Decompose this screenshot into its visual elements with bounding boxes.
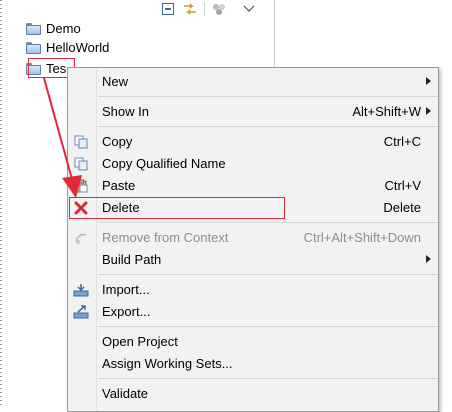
menu-separator bbox=[98, 126, 438, 127]
menu-separator bbox=[98, 222, 438, 223]
menu-item-label: Copy Qualified Name bbox=[102, 156, 226, 171]
menu-item-import[interactable]: Import... bbox=[68, 279, 438, 301]
menu-item-label: Open Project bbox=[102, 334, 178, 349]
folder-icon bbox=[26, 22, 41, 35]
panel-divider bbox=[274, 0, 275, 62]
menu-item-assign-working-sets[interactable]: Assign Working Sets... bbox=[68, 353, 438, 375]
paste-icon bbox=[73, 178, 89, 194]
menu-item-label: Paste bbox=[102, 178, 136, 193]
tree-item-demo[interactable]: Demo bbox=[26, 19, 81, 38]
menu-item-label: Export... bbox=[102, 304, 151, 319]
copy-icon bbox=[73, 134, 89, 150]
submenu-arrow-icon bbox=[426, 255, 431, 263]
menu-separator bbox=[98, 378, 438, 379]
export-icon bbox=[73, 304, 89, 320]
menu-item-paste[interactable]: Paste Ctrl+V bbox=[68, 175, 438, 197]
menu-item-label: Copy bbox=[102, 134, 133, 149]
menu-separator bbox=[98, 326, 438, 327]
tree-item-helloworld[interactable]: HelloWorld bbox=[26, 38, 109, 57]
submenu-arrow-icon bbox=[426, 77, 431, 85]
context-menu: New Show In Alt+Shift+W Copy Ctrl+C Copy… bbox=[67, 67, 439, 412]
menu-item-export[interactable]: Export... bbox=[68, 301, 438, 323]
menu-item-remove-from-context[interactable]: Remove from Context Ctrl+Alt+Shift+Down bbox=[68, 227, 438, 249]
menu-item-label: Show In bbox=[102, 104, 149, 119]
submenu-arrow-icon bbox=[426, 107, 431, 115]
explorer-toolbar bbox=[160, 0, 257, 18]
collapse-all-icon[interactable] bbox=[160, 1, 176, 17]
toolbar-divider bbox=[204, 2, 205, 16]
menu-item-new[interactable]: New bbox=[68, 71, 438, 93]
menu-item-shortcut: Delete bbox=[383, 200, 421, 215]
menu-separator bbox=[98, 274, 438, 275]
menu-item-label: Validate bbox=[102, 386, 149, 401]
folder-icon bbox=[26, 41, 41, 54]
menu-item-build-path[interactable]: Build Path bbox=[68, 249, 438, 271]
tree-item-label: HelloWorld bbox=[46, 40, 110, 55]
menu-item-label: New bbox=[102, 74, 129, 89]
menu-item-copy[interactable]: Copy Ctrl+C bbox=[68, 131, 438, 153]
menu-item-validate[interactable]: Validate bbox=[68, 383, 438, 405]
menu-item-label: Remove from Context bbox=[102, 230, 229, 245]
menu-item-shortcut: Ctrl+V bbox=[384, 178, 421, 193]
menu-separator bbox=[98, 96, 438, 97]
link-with-editor-icon[interactable] bbox=[182, 1, 198, 17]
copy-qualified-icon bbox=[73, 156, 89, 172]
menu-item-label: Build Path bbox=[102, 252, 162, 267]
import-icon bbox=[73, 282, 89, 298]
menu-item-copy-qualified-name[interactable]: Copy Qualified Name bbox=[68, 153, 438, 175]
menu-item-shortcut: Ctrl+C bbox=[383, 134, 421, 149]
menu-item-open-project[interactable]: Open Project bbox=[68, 331, 438, 353]
menu-item-label: Assign Working Sets... bbox=[102, 356, 233, 371]
menu-item-shortcut: Alt+Shift+W bbox=[352, 104, 421, 119]
remove-context-icon bbox=[73, 230, 89, 246]
delete-highlight-box bbox=[69, 197, 285, 219]
menu-item-shortcut: Ctrl+Alt+Shift+Down bbox=[303, 230, 421, 245]
focus-icon[interactable] bbox=[211, 1, 227, 17]
menu-item-label: Import... bbox=[102, 282, 150, 297]
view-menu-icon[interactable] bbox=[241, 1, 257, 17]
panel-edge-dots bbox=[0, 0, 2, 405]
tree-item-label: Demo bbox=[46, 21, 81, 36]
menu-item-show-in[interactable]: Show In Alt+Shift+W bbox=[68, 101, 438, 123]
